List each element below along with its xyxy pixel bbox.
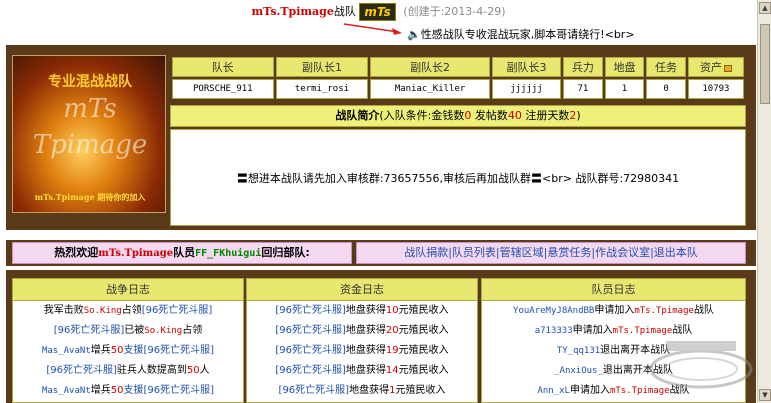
list-item: [96死亡死斗服]地盘获得19元殖民收入 (275, 345, 449, 356)
scroll-up-icon[interactable]: ▲ (759, 2, 771, 14)
link-member-list[interactable]: 队员列表 (452, 246, 496, 259)
territory-value: 1 (604, 79, 645, 99)
link-leave-team[interactable]: 退出本队 (654, 246, 698, 259)
welcome-suffix: 回归部队: (261, 246, 310, 259)
link-territory[interactable]: 管辖区域 (500, 246, 544, 259)
link-bounty[interactable]: 悬赏任务 (547, 246, 591, 259)
page-scrollbar[interactable]: ▲ ▼ (757, 0, 771, 403)
troops-value: 71 (563, 79, 603, 99)
team-intro-body: 〓想进本战队请先加入审核群:73657556,审核后再加战队群〓<br> 战队群… (170, 129, 746, 226)
header-captain: 队长 (172, 57, 274, 77)
link-donate[interactable]: 战队捐款 (404, 246, 448, 259)
crest-text-mts: mTs (63, 94, 117, 124)
link-war-room[interactable]: 作战会议室 (595, 246, 650, 259)
vice-1-name[interactable]: termi_rosi (275, 79, 369, 99)
list-item: [96死亡死斗服]地盘获得10元殖民收入 (275, 305, 449, 316)
header-troops: 兵力 (563, 57, 603, 77)
welcome-member[interactable]: FF_FKhuigui (195, 248, 261, 259)
assets-value: 10793 (687, 79, 744, 99)
created-date: (创建于:2013-4-29) (403, 5, 506, 18)
list-item: YouAreMyJ8AndBB申请加入mTs.Tpimage战队 (513, 305, 714, 316)
team-suffix: 战队 (333, 5, 356, 18)
team-action-links: 战队捐款|队员列表|管辖区域|悬赏任务|作战会议室|退出本队 (356, 242, 746, 264)
vice-2-name[interactable]: Maniac_Killer (370, 79, 490, 99)
war-log: 战争日志 我军击败So.King占领[96死亡死斗服] [96死亡死斗服]已被S… (12, 278, 244, 403)
list-item: Mas_AvaNt增兵50支援[96死亡死斗服] (41, 345, 215, 356)
tagline-text: 性感战队专收混战玩家,脚本哥请绕行!<br> (420, 28, 635, 41)
fund-log-title: 资金日志 (247, 279, 477, 301)
team-logo: mTs (359, 3, 396, 21)
header-assets: 资产 (687, 57, 744, 77)
list-item: [96死亡死斗服]地盘获得14元殖民收入 (275, 365, 449, 376)
intro-cond-prefix: (入队条件:金钱数 (379, 109, 465, 122)
team-intro-header: 战队简介(入队条件:金钱数0 发帖数40 注册天数2) (170, 105, 746, 127)
list-item: [96死亡死斗服]已被So.King占领 (53, 325, 203, 336)
list-item: Mas_AvaNt增兵50支援[96死亡死斗服] (41, 385, 215, 396)
header-vice-2: 副队长2 (370, 57, 490, 77)
intro-posts-label: 发帖数 (471, 109, 508, 122)
list-item: 我军击败So.King占领[96死亡死斗服] (43, 305, 213, 316)
crest-text-tpimage: Tpimage (32, 130, 148, 160)
watermark-logo-icon (649, 341, 753, 389)
welcome-prefix: 热烈欢迎 (54, 246, 99, 259)
coin-icon (723, 64, 732, 72)
tasks-value: 0 (646, 79, 686, 99)
vice-3-name[interactable]: jjjjjj (491, 79, 562, 99)
crest-caption: mTs.Tpimage 期待你的加入 (34, 192, 146, 202)
crest-slogan: 专业混战战队 (48, 74, 132, 90)
header-tasks: 任务 (646, 57, 686, 77)
list-item: [96死亡死斗服]地盘获得1元殖民收入 (278, 385, 446, 396)
scroll-thumb[interactable] (760, 24, 770, 104)
officers-header-row: 队长 副队长1 副队长2 副队长3 兵力 地盘 任务 资产 (172, 57, 744, 77)
officers-table: 队长 副队长1 副队长2 副队长3 兵力 地盘 任务 资产 PORSCHE_91… (170, 55, 746, 101)
member-log-title: 队员日志 (482, 279, 745, 301)
team-crest-image: 专业混战战队 mTs Tpimage mTs.Tpimage 期待你的加入 (12, 55, 166, 213)
header-vice-3: 副队长3 (491, 57, 562, 77)
captain-name[interactable]: PORSCHE_911 (172, 79, 274, 99)
team-tagline: 🔈性感战队专收混战玩家,脚本哥请绕行!<br> (0, 26, 757, 44)
header-assets-label: 资产 (699, 61, 722, 74)
header-vice-1: 副队长1 (275, 57, 369, 77)
intro-title: 战队简介 (335, 109, 380, 122)
war-log-title: 战争日志 (13, 279, 243, 301)
speaker-icon: 🔈 (407, 28, 421, 41)
intro-days-label: 注册天数 (521, 109, 570, 122)
welcome-team: mTs.Tpimage (98, 248, 174, 259)
officers-value-row: PORSCHE_911 termi_rosi Maniac_Killer jjj… (172, 79, 744, 99)
section-gap (0, 230, 757, 240)
list-item: [96死亡死斗服]驻兵人数提高到50人 (46, 365, 210, 376)
team-name: mTs.Tpimage (251, 5, 334, 18)
fund-log: 资金日志 [96死亡死斗服]地盘获得10元殖民收入 [96死亡死斗服]地盘获得2… (246, 278, 478, 403)
intro-posts: 40 (507, 109, 522, 122)
welcome-mid: 队员 (173, 246, 196, 259)
list-item: [96死亡死斗服]地盘获得20元殖民收入 (275, 325, 449, 336)
intro-cond-suffix: ) (576, 109, 581, 122)
scroll-down-icon[interactable]: ▼ (759, 389, 771, 401)
welcome-message: 热烈欢迎mTs.Tpimage队员FF_FKhuigui回归部队: (12, 242, 352, 264)
header-territory: 地盘 (604, 57, 645, 77)
